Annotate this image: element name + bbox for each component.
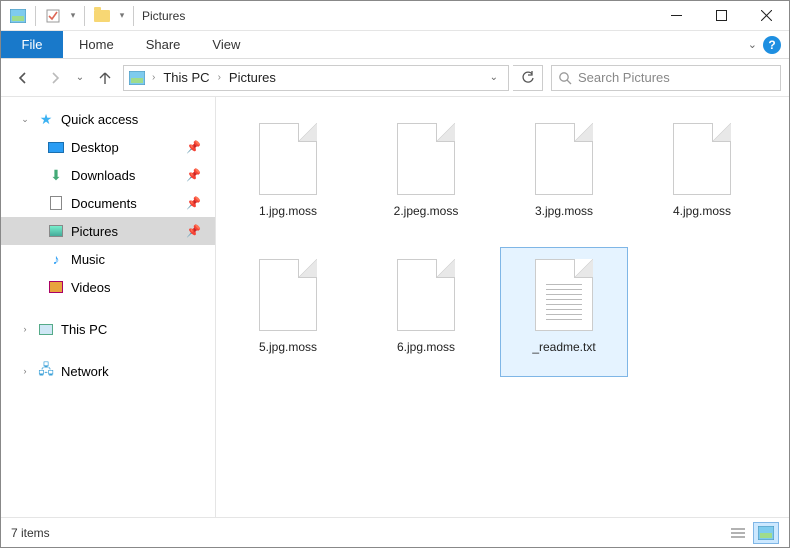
address-bar: ⌄ › This PC › Pictures ⌄ Search Pictures (1, 59, 789, 97)
file-item[interactable]: 6.jpg.moss (362, 247, 490, 377)
address-dropdown-icon[interactable]: ⌄ (484, 72, 504, 83)
chevron-right-icon[interactable]: › (19, 366, 31, 376)
file-item[interactable]: _readme.txt (500, 247, 628, 377)
refresh-button[interactable] (513, 65, 543, 91)
breadcrumb-icon (128, 70, 146, 86)
status-bar: 7 items (1, 517, 789, 547)
search-icon (558, 71, 572, 85)
recent-dropdown-icon[interactable]: ⌄ (73, 64, 87, 92)
pin-icon: 📌 (186, 224, 201, 238)
minimize-button[interactable] (654, 2, 699, 30)
music-icon: ♪ (47, 251, 65, 267)
quick-access-toolbar: ▾ ▾ (1, 3, 129, 29)
file-name: 5.jpg.moss (259, 340, 317, 354)
qat-dropdown-icon[interactable]: ▾ (66, 3, 80, 29)
folder-icon[interactable] (89, 3, 115, 29)
file-item[interactable]: 3.jpg.moss (500, 111, 628, 241)
text-file-icon (532, 256, 596, 334)
thumbnails-view-button[interactable] (753, 522, 779, 544)
qat-dropdown2-icon[interactable]: ▾ (115, 3, 129, 29)
sidebar-item-label: Videos (71, 280, 111, 295)
blank-file-icon (532, 120, 596, 198)
pc-icon (37, 321, 55, 337)
sidebar-item-downloads[interactable]: ⬇ Downloads 📌 (1, 161, 215, 189)
file-item[interactable]: 1.jpg.moss (224, 111, 352, 241)
forward-button[interactable] (41, 64, 69, 92)
doc-icon (47, 195, 65, 211)
pin-icon: 📌 (186, 140, 201, 154)
pic-icon (47, 223, 65, 239)
sidebar-label: This PC (61, 322, 107, 337)
sidebar-item-label: Downloads (71, 168, 135, 183)
star-icon: ★ (37, 111, 55, 127)
download-icon: ⬇ (47, 167, 65, 183)
sidebar-item-label: Documents (71, 196, 137, 211)
sidebar-this-pc[interactable]: › This PC (1, 315, 215, 343)
breadcrumb[interactable]: › This PC › Pictures ⌄ (123, 65, 509, 91)
file-item[interactable]: 5.jpg.moss (224, 247, 352, 377)
properties-icon[interactable] (40, 3, 66, 29)
pin-icon: 📌 (186, 168, 201, 182)
title-bar: ▾ ▾ Pictures (1, 1, 789, 31)
help-icon[interactable]: ? (763, 36, 781, 54)
file-name: 4.jpg.moss (673, 204, 731, 218)
details-view-button[interactable] (725, 522, 751, 544)
desktop-icon (47, 139, 65, 155)
ribbon: File Home Share View ⌄ ? (1, 31, 789, 59)
sidebar-item-label: Desktop (71, 140, 119, 155)
sidebar-label: Network (61, 364, 109, 379)
network-icon: 🖧 (37, 363, 55, 379)
blank-file-icon (256, 256, 320, 334)
blank-file-icon (394, 256, 458, 334)
sidebar-network[interactable]: › 🖧 Network (1, 357, 215, 385)
sidebar-item-music[interactable]: ♪ Music (1, 245, 215, 273)
file-tab[interactable]: File (1, 31, 63, 58)
app-icon[interactable] (5, 3, 31, 29)
chevron-down-icon[interactable]: ⌄ (19, 114, 31, 125)
status-text: 7 items (11, 526, 50, 540)
sidebar-item-label: Pictures (71, 224, 118, 239)
sidebar: ⌄ ★ Quick access Desktop📌⬇Downloads📌Docu… (1, 97, 216, 517)
file-name: 6.jpg.moss (397, 340, 455, 354)
maximize-button[interactable] (699, 2, 744, 30)
ribbon-collapse-icon[interactable]: ⌄ (748, 38, 757, 51)
sidebar-item-pictures[interactable]: Pictures 📌 (1, 217, 215, 245)
chevron-right-icon[interactable]: › (214, 72, 225, 83)
back-button[interactable] (9, 64, 37, 92)
sidebar-label: Quick access (61, 112, 138, 127)
chevron-right-icon[interactable]: › (19, 324, 31, 334)
up-button[interactable] (91, 64, 119, 92)
video-icon (47, 279, 65, 295)
file-item[interactable]: 2.jpeg.moss (362, 111, 490, 241)
sidebar-quick-access[interactable]: ⌄ ★ Quick access (1, 105, 215, 133)
close-button[interactable] (744, 2, 789, 30)
sidebar-item-videos[interactable]: Videos (1, 273, 215, 301)
file-name: _readme.txt (532, 340, 595, 354)
blank-file-icon (394, 120, 458, 198)
blank-file-icon (670, 120, 734, 198)
file-item[interactable]: 4.jpg.moss (638, 111, 766, 241)
search-input[interactable]: Search Pictures (551, 65, 781, 91)
sidebar-item-desktop[interactable]: Desktop 📌 (1, 133, 215, 161)
file-name: 3.jpg.moss (535, 204, 593, 218)
breadcrumb-part-thispc[interactable]: This PC (161, 70, 211, 85)
blank-file-icon (256, 120, 320, 198)
breadcrumb-part-pictures[interactable]: Pictures (227, 70, 278, 85)
pin-icon: 📌 (186, 196, 201, 210)
file-name: 1.jpg.moss (259, 204, 317, 218)
chevron-right-icon[interactable]: › (148, 72, 159, 83)
tab-share[interactable]: Share (130, 31, 197, 58)
search-placeholder: Search Pictures (578, 70, 670, 85)
file-grid[interactable]: 1.jpg.moss 2.jpeg.moss 3.jpg.moss 4.jpg.mos… (216, 97, 789, 517)
tab-view[interactable]: View (196, 31, 256, 58)
sidebar-item-documents[interactable]: Documents 📌 (1, 189, 215, 217)
tab-home[interactable]: Home (63, 31, 130, 58)
window-title: Pictures (142, 9, 185, 23)
sidebar-item-label: Music (71, 252, 105, 267)
file-name: 2.jpeg.moss (394, 204, 459, 218)
